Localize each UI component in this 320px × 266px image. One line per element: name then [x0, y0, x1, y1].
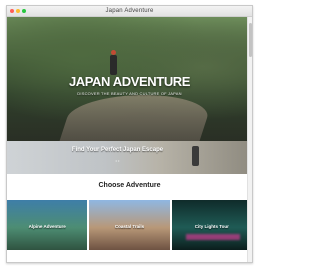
adventure-cards: Alpine Adventure Coastal Trails City Lig…	[7, 200, 252, 250]
scrollbar-thumb[interactable]	[248, 23, 252, 57]
window-title: Japan Adventure	[105, 8, 154, 14]
hero-subtitle: DISCOVER THE BEAUTY AND CULTURE OF JAPAN	[77, 91, 182, 96]
hero-image-path	[59, 95, 215, 141]
promo-carousel-indicator: • •	[115, 158, 120, 163]
app-window: Japan Adventure JAPAN ADVENTURE DISCOVER…	[6, 5, 253, 263]
adventure-card-1[interactable]: Alpine Adventure	[7, 200, 88, 250]
adventure-card-glow	[185, 234, 240, 240]
promo-text: Find Your Perfect Japan Escape	[71, 147, 164, 153]
adventure-card-label: Coastal Trails	[114, 224, 145, 229]
adventure-card-3[interactable]: City Lights Tour	[171, 200, 252, 250]
adventure-card-label: City Lights Tour	[194, 224, 229, 229]
window-titlebar: Japan Adventure	[7, 6, 252, 17]
section-title: Choose Adventure	[98, 182, 161, 189]
promo-banner[interactable]: Find Your Perfect Japan Escape • •	[7, 141, 252, 174]
adventure-card-label: Alpine Adventure	[28, 224, 66, 229]
hero-title: JAPAN ADVENTURE	[68, 74, 191, 89]
vertical-scrollbar[interactable]	[247, 17, 252, 262]
adventure-card-2[interactable]: Coastal Trails	[89, 200, 170, 250]
hero-image-hiker	[110, 50, 117, 75]
hero-banner: JAPAN ADVENTURE DISCOVER THE BEAUTY AND …	[7, 17, 252, 141]
